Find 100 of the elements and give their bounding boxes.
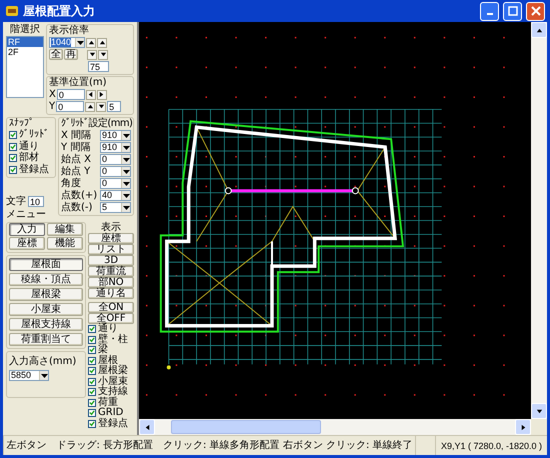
checkbox[interactable] (88, 420, 96, 428)
checkbox[interactable] (88, 398, 96, 407)
vertical-scrollbar[interactable] (531, 22, 547, 419)
up-button[interactable] (85, 102, 96, 112)
checkbox[interactable] (88, 336, 96, 344)
checkbox[interactable] (88, 378, 96, 386)
checkbox[interactable] (9, 154, 17, 162)
grid-dropdown[interactable]: 0 (100, 178, 131, 189)
grid-field-label: 始点 Y (61, 166, 92, 177)
zoom-up-button[interactable] (97, 38, 107, 48)
checkbox[interactable] (88, 409, 96, 418)
scroll-up-button[interactable] (531, 22, 547, 38)
status-hint: 左ボタン ドラッグ: 長方形配置 クリック: 単線多角形配置 右ボタン クリック: 単線終了 (6, 440, 412, 452)
menu-button[interactable]: 機能 (47, 237, 83, 250)
menu-button[interactable]: 編集 (47, 223, 83, 236)
grid-field-label: X 間隔 (61, 130, 92, 141)
tool-button[interactable]: 稜線・頂点 (9, 273, 83, 286)
tool-button[interactable]: 屋根面 (9, 258, 83, 271)
origin-step-field[interactable]: 5 (107, 101, 122, 112)
checkbox-label: 支持線 (98, 387, 128, 398)
display-button[interactable]: 座標 (88, 233, 134, 244)
checkbox[interactable] (9, 166, 17, 174)
display-button[interactable]: 通り名 (88, 288, 134, 299)
checkbox-label: 部材 (19, 153, 39, 164)
zoom-button[interactable]: 再 (64, 49, 78, 60)
scroll-left-button[interactable] (139, 419, 155, 435)
up-arrow-icon (86, 103, 94, 110)
grid-value: 910 (102, 143, 118, 152)
input-height-dropdown[interactable]: 5850 (9, 370, 49, 381)
checkbox[interactable] (88, 388, 96, 396)
grid-dropdown[interactable]: 0 (100, 166, 131, 177)
zoom-down-button[interactable] (87, 50, 97, 60)
left-arrow-icon (87, 91, 94, 98)
tool-button[interactable]: 屋根支持線 (9, 318, 83, 331)
drawing-canvas[interactable] (139, 22, 531, 419)
grid-value: 910 (102, 131, 118, 140)
scroll-right-button[interactable] (515, 419, 531, 435)
display-button[interactable]: リスト (88, 244, 134, 255)
grid-dropdown[interactable]: 40 (100, 190, 131, 201)
checkbox[interactable] (9, 131, 17, 140)
caret-icon (121, 179, 130, 188)
grid-field-label: Y 間隔 (61, 142, 92, 153)
close-button[interactable] (526, 2, 545, 20)
checkbox[interactable] (9, 142, 17, 151)
checkbox-label: 登録点 (19, 164, 49, 175)
origin-x-field[interactable]: 0 (56, 89, 85, 100)
all-off-button[interactable]: 全OFF (88, 313, 134, 324)
grid-dropdown[interactable]: 5 (100, 202, 131, 213)
menu-button[interactable]: 座標 (9, 237, 45, 250)
floor-list-item[interactable]: RF (7, 37, 43, 47)
caret-icon (121, 155, 130, 164)
origin-y-field[interactable]: 0 (56, 101, 84, 112)
tool-button[interactable]: 小屋束 (9, 303, 83, 316)
zoom-step-field[interactable]: 75 (88, 61, 109, 72)
zoom-up-button[interactable] (86, 38, 96, 48)
right-button[interactable] (96, 90, 107, 100)
tool-button[interactable]: 荷重割当て (9, 333, 83, 346)
display-button[interactable]: 部NO (88, 277, 134, 288)
checkbox[interactable] (88, 356, 96, 365)
caret-icon (39, 371, 48, 380)
checkbox[interactable] (88, 346, 96, 354)
display-button[interactable]: 3D (88, 255, 134, 266)
grid-field-label: 始点 X (61, 154, 92, 165)
all-on-button[interactable]: 全ON (88, 302, 134, 313)
checkbox-label: 荷重 (98, 398, 118, 408)
display-button[interactable]: 荷重流 (88, 266, 134, 277)
checkbox[interactable] (88, 367, 96, 376)
tool-button[interactable]: 屋根梁 (9, 288, 83, 301)
floor-select-label: 階選択 (10, 24, 40, 35)
caret-icon (121, 191, 130, 200)
checkbox-label: 梁 (98, 345, 108, 356)
checkbox-label: 登録点 (98, 418, 128, 429)
checkbox-label: ｸﾞﾘｯﾄﾞ (19, 130, 49, 140)
maximize-button[interactable] (503, 2, 522, 20)
caret-icon (121, 203, 130, 212)
grid-dropdown[interactable]: 910 (100, 130, 131, 141)
zoom-down-button[interactable] (98, 50, 108, 60)
grid-value: 0 (102, 179, 108, 188)
zoom-button[interactable]: 全 (49, 49, 63, 60)
grid-dropdown[interactable]: 910 (100, 142, 131, 153)
checkbox-label: 小屋束 (98, 376, 128, 387)
minimize-button[interactable] (480, 2, 499, 20)
grid-value: 0 (102, 155, 108, 164)
floor-list[interactable]: RF 2F (6, 36, 44, 98)
menu-button[interactable]: 入力 (9, 223, 45, 236)
right-arrow-icon (98, 91, 106, 98)
caret-icon (121, 143, 130, 152)
checkbox-label: 屋根 (98, 356, 118, 366)
down-button[interactable] (96, 102, 106, 112)
checkbox[interactable] (88, 325, 96, 334)
scroll-down-button[interactable] (531, 403, 547, 419)
zoom-dropdown[interactable]: 1040 (49, 37, 85, 48)
left-button[interactable] (86, 90, 96, 100)
floor-list-item[interactable]: 2F (7, 47, 43, 57)
scroll-thumb[interactable] (171, 420, 321, 434)
horizontal-scrollbar[interactable] (139, 419, 531, 435)
grid-field-label: 点数(+) (61, 190, 98, 201)
text-size-field[interactable]: 10 (28, 196, 44, 207)
grid-dropdown[interactable]: 0 (100, 154, 131, 165)
origin-marker (166, 365, 171, 370)
